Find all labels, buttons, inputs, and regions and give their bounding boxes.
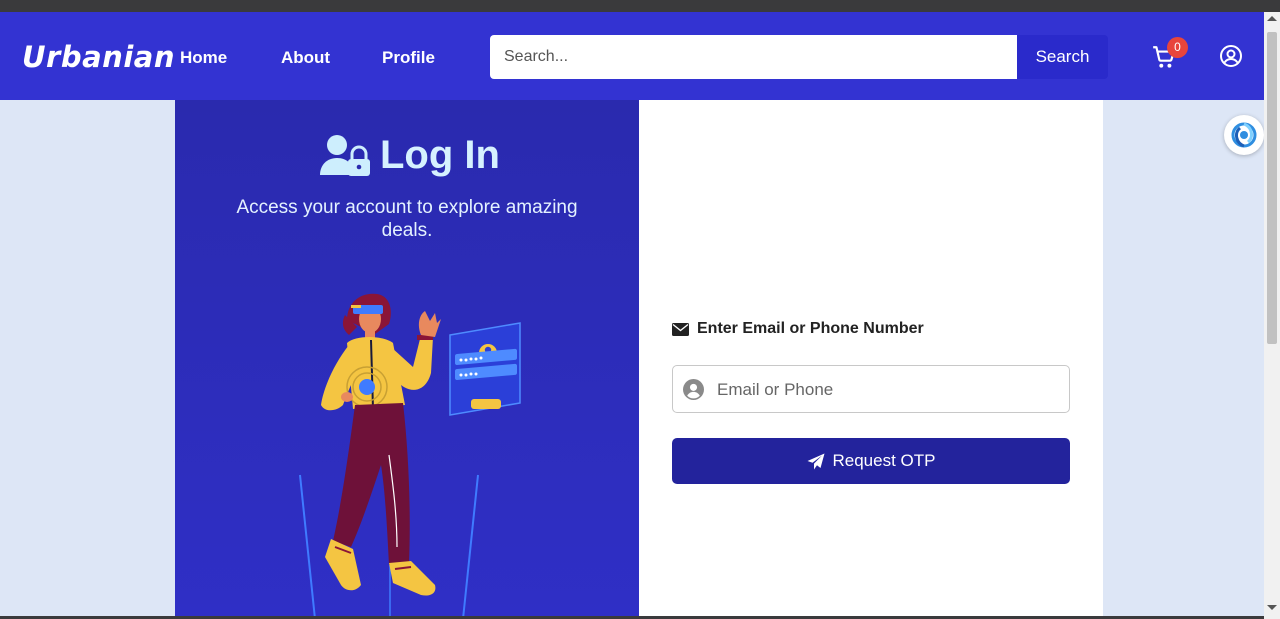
login-heading: Log In (320, 130, 500, 180)
browser-top-strip (0, 0, 1280, 12)
nav-about-link[interactable]: About (281, 48, 330, 68)
login-form-panel: Enter Email or Phone Number Request OTP (639, 100, 1103, 619)
email-field-label: Enter Email or Phone Number (672, 320, 924, 338)
scroll-thumb[interactable] (1267, 32, 1277, 344)
envelope-icon (672, 322, 689, 336)
paper-plane-icon (807, 453, 824, 469)
search-input[interactable] (490, 35, 1017, 79)
page-scrollbar[interactable] (1264, 12, 1280, 619)
scroll-up-arrow[interactable] (1267, 16, 1277, 21)
field-label-text: Enter Email or Phone Number (697, 320, 924, 337)
login-subtitle: Access your account to explore amazing d… (236, 197, 578, 241)
nav-profile-link[interactable]: Profile (382, 48, 435, 68)
cart-count-badge: 0 (1167, 37, 1188, 58)
login-title: Log In (380, 132, 500, 177)
nav-home-link[interactable]: Home (180, 48, 227, 68)
navbar: Urbanian Home About Profile Search 0 (0, 12, 1264, 100)
user-circle-icon[interactable] (1219, 44, 1243, 68)
request-otp-label: Request OTP (832, 451, 936, 470)
email-phone-input[interactable] (715, 366, 1059, 414)
search-button[interactable]: Search (1017, 35, 1108, 79)
login-illustration (299, 293, 521, 619)
user-lock-icon (320, 135, 370, 176)
email-phone-field[interactable] (672, 365, 1070, 414)
request-otp-button[interactable]: Request OTP (672, 438, 1070, 484)
scroll-down-arrow[interactable] (1267, 605, 1277, 610)
spiral-icon (1231, 122, 1257, 148)
floating-assistant-button[interactable] (1224, 115, 1264, 155)
login-hero-panel: Log In Access your account to explore am… (175, 100, 639, 619)
person-circle-icon (683, 379, 704, 400)
brand-logo[interactable]: Urbanian (22, 40, 175, 74)
